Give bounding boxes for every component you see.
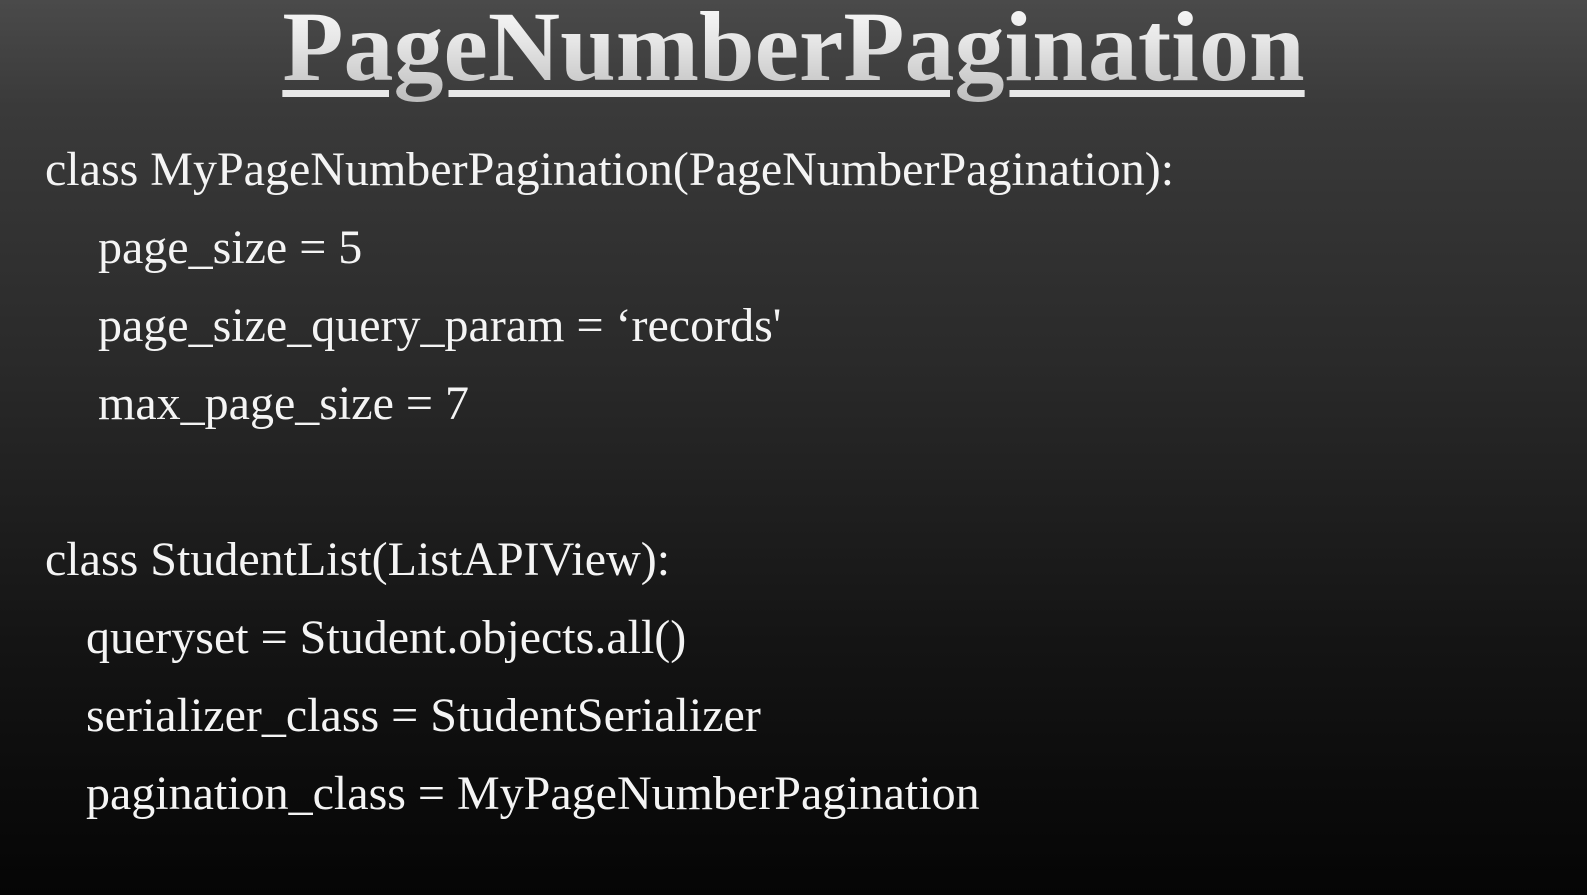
code-line-pagination-class: pagination_class = MyPageNumberPaginatio… (86, 767, 980, 820)
code-line-serializer-class: serializer_class = StudentSerializer (86, 689, 761, 742)
code-line-page-size: page_size = 5 (98, 221, 363, 274)
slide-title: PageNumberPagination (0, 0, 1587, 102)
code-line-class-definition: class MyPageNumberPagination(PageNumberP… (45, 143, 1175, 196)
slide: PageNumberPagination class MyPageNumberP… (0, 0, 1587, 895)
code-line-max-page-size: max_page_size = 7 (98, 377, 469, 430)
code-line-queryset: queryset = Student.objects.all() (86, 611, 687, 664)
code-line-view-class-definition: class StudentList(ListAPIView): (45, 533, 671, 586)
code-line-page-size-query-param: page_size_query_param = ‘records' (98, 299, 782, 352)
